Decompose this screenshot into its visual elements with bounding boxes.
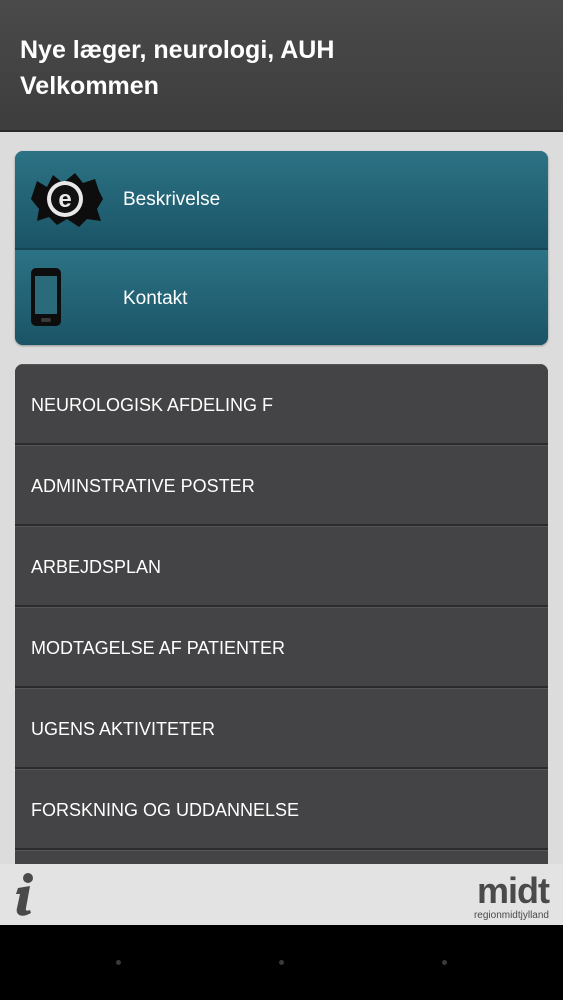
app-header: Nye læger, neurologi, AUH Velkommen — [0, 0, 563, 132]
nav-recents-button[interactable] — [442, 960, 447, 965]
page-title: Nye læger, neurologi, AUH — [20, 36, 335, 64]
quick-link-beskrivelse[interactable]: e Beskrivelse — [15, 151, 548, 248]
e-logo-icon: e — [31, 173, 103, 227]
menu-item-modtagelse[interactable]: MODTAGELSE AF PATIENTER — [15, 607, 548, 688]
system-nav-bar — [0, 925, 563, 1000]
phone-icon — [31, 268, 61, 326]
menu-item-arbejdsplan[interactable]: ARBEJDSPLAN — [15, 526, 548, 607]
quick-link-label: Beskrivelse — [123, 189, 221, 210]
quick-links: e Beskrivelse Kontakt — [15, 151, 548, 345]
menu-item-neurologisk-afdeling[interactable]: NEUROLOGISK AFDELING F — [15, 364, 548, 445]
logo-word: midt — [477, 870, 550, 911]
menu-item-adminstrative-poster[interactable]: ADMINSTRATIVE POSTER — [15, 445, 548, 526]
menu-item-forskning[interactable]: FORSKNING OG UDDANNELSE — [15, 769, 548, 850]
menu-item-partial[interactable] — [15, 850, 548, 864]
menu-item-ugens-aktiviteter[interactable]: UGENS AKTIVITETER — [15, 688, 548, 769]
info-icon[interactable] — [12, 872, 38, 918]
region-logo: midt regionmidtjylland — [457, 870, 550, 922]
page-subtitle: Velkommen — [20, 72, 159, 100]
main-menu: NEUROLOGISK AFDELING F ADMINSTRATIVE POS… — [15, 364, 548, 864]
svg-text:e: e — [58, 186, 71, 213]
quick-link-kontakt[interactable]: Kontakt — [15, 248, 548, 345]
logo-subtext: regionmidtjylland — [473, 910, 549, 921]
nav-home-button[interactable] — [279, 960, 284, 965]
quick-link-label: Kontakt — [123, 288, 188, 309]
nav-back-button[interactable] — [116, 960, 121, 965]
footer-bar: midt regionmidtjylland — [0, 864, 563, 925]
